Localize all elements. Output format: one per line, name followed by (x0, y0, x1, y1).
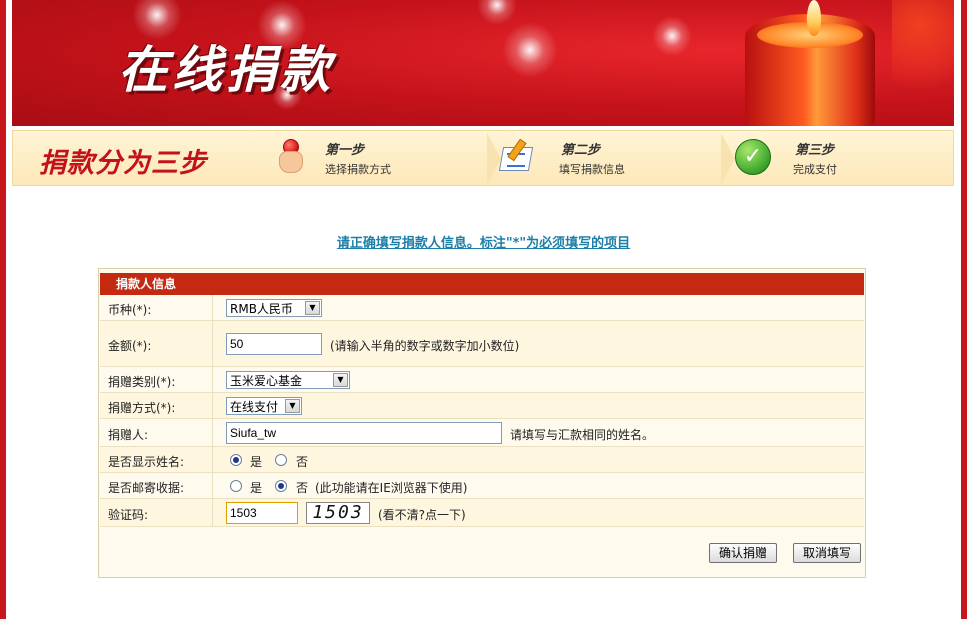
cancel-form-button[interactable]: 取消填写 (793, 543, 861, 563)
show-name-no-radio[interactable] (275, 454, 287, 466)
mail-receipt-yes-label: 是 (250, 481, 263, 495)
currency-label: 币种(*): (108, 303, 152, 317)
step-two-desc: 填写捐款信息 (559, 163, 625, 176)
show-name-yes-label: 是 (250, 455, 263, 469)
method-row: 捐赠方式(*): 在线支付 ▼ (100, 393, 864, 419)
donor-info-form: 捐款人信息 币种(*): RMB人民币 ▼ 金额(*): 50 (请输入半角的数… (98, 268, 866, 578)
light-glow (502, 22, 558, 78)
donation-steps-bar: 捐款分为三步 第一步 选择捐款方式 第二步 填写捐款信息 ✓ 第三步 完成支付 (12, 130, 954, 186)
step-one-label: 第一步 (325, 143, 365, 158)
captcha-label: 验证码: (108, 508, 149, 522)
instruction-link[interactable]: 请正确填写捐款人信息。标注"*"为必须填写的项目 (0, 232, 967, 251)
light-glow (477, 0, 517, 25)
captcha-refresh-hint[interactable]: (看不清?点一下) (378, 506, 466, 523)
step-two-label: 第二步 (561, 143, 601, 158)
captcha-image[interactable]: 1503 (306, 502, 370, 524)
currency-select[interactable]: RMB人民币 ▼ (226, 299, 322, 317)
mail-receipt-label: 是否邮寄收据: (108, 481, 185, 495)
chevron-down-icon: ▼ (285, 399, 300, 413)
confirm-donation-button[interactable]: 确认捐赠 (709, 543, 777, 563)
method-value: 在线支付 (230, 400, 279, 414)
step-one: 第一步 选择捐款方式 (267, 133, 501, 185)
captcha-row: 验证码: 1503 1503 (看不清?点一下) (100, 499, 864, 527)
chevron-down-icon: ▼ (305, 301, 320, 315)
show-name-label: 是否显示姓名: (108, 455, 185, 469)
form-header: 捐款人信息 (100, 273, 864, 295)
right-frame-border (961, 0, 967, 619)
banner-title: 在线捐款 (118, 40, 334, 99)
donor-name-input[interactable]: Siufa_tw (226, 422, 502, 444)
donor-row: 捐赠人: Siufa_tw 请填写与汇款相同的姓名。 (100, 419, 864, 447)
amount-label: 金额(*): (108, 339, 152, 353)
step-divider (721, 133, 735, 185)
amount-row: 金额(*): 50 (请输入半角的数字或数字加小数位) (100, 321, 864, 367)
left-frame-border (0, 0, 12, 619)
show-name-yes-radio[interactable] (230, 454, 242, 466)
currency-row: 币种(*): RMB人民币 ▼ (100, 295, 864, 321)
category-value: 玉米爱心基金 (230, 374, 303, 388)
captcha-input[interactable]: 1503 (226, 502, 298, 524)
mail-receipt-yes-radio[interactable] (230, 480, 242, 492)
step-three-desc: 完成支付 (793, 163, 837, 176)
mail-receipt-note: (此功能请在IE浏览器下使用) (315, 481, 468, 495)
step-three: ✓ 第三步 完成支付 (735, 133, 945, 183)
mail-receipt-no-radio[interactable] (275, 480, 287, 492)
method-label: 捐赠方式(*): (108, 401, 176, 415)
decorative-leaves (892, 0, 954, 126)
donor-hint: 请填写与汇款相同的姓名。 (510, 428, 655, 442)
mail-receipt-no-label: 否 (296, 481, 309, 495)
category-label: 捐赠类别(*): (108, 375, 176, 389)
chevron-down-icon: ▼ (333, 373, 348, 387)
currency-value: RMB人民币 (230, 302, 293, 316)
method-select[interactable]: 在线支付 ▼ (226, 397, 302, 415)
hand-pointer-icon (277, 139, 303, 173)
step-one-desc: 选择捐款方式 (325, 163, 391, 176)
amount-input[interactable]: 50 (226, 333, 322, 355)
mail-receipt-row: 是否邮寄收据: 是 否 (此功能请在IE浏览器下使用) (100, 473, 864, 499)
donor-label: 捐赠人: (108, 428, 149, 442)
steps-title: 捐款分为三步 (39, 148, 207, 179)
category-row: 捐赠类别(*): 玉米爱心基金 ▼ (100, 367, 864, 393)
notepad-icon (498, 138, 534, 171)
step-two: 第二步 填写捐款信息 (498, 133, 735, 185)
category-select[interactable]: 玉米爱心基金 ▼ (226, 371, 350, 389)
step-three-label: 第三步 (795, 143, 835, 158)
show-name-row: 是否显示姓名: 是 否 (100, 447, 864, 473)
amount-hint: (请输入半角的数字或数字加小数位) (330, 339, 520, 353)
donation-banner: 在线捐款 (12, 0, 954, 126)
checkmark-icon: ✓ (735, 139, 771, 175)
light-glow (652, 16, 692, 56)
candle-flame (807, 0, 821, 36)
show-name-no-label: 否 (296, 455, 309, 469)
